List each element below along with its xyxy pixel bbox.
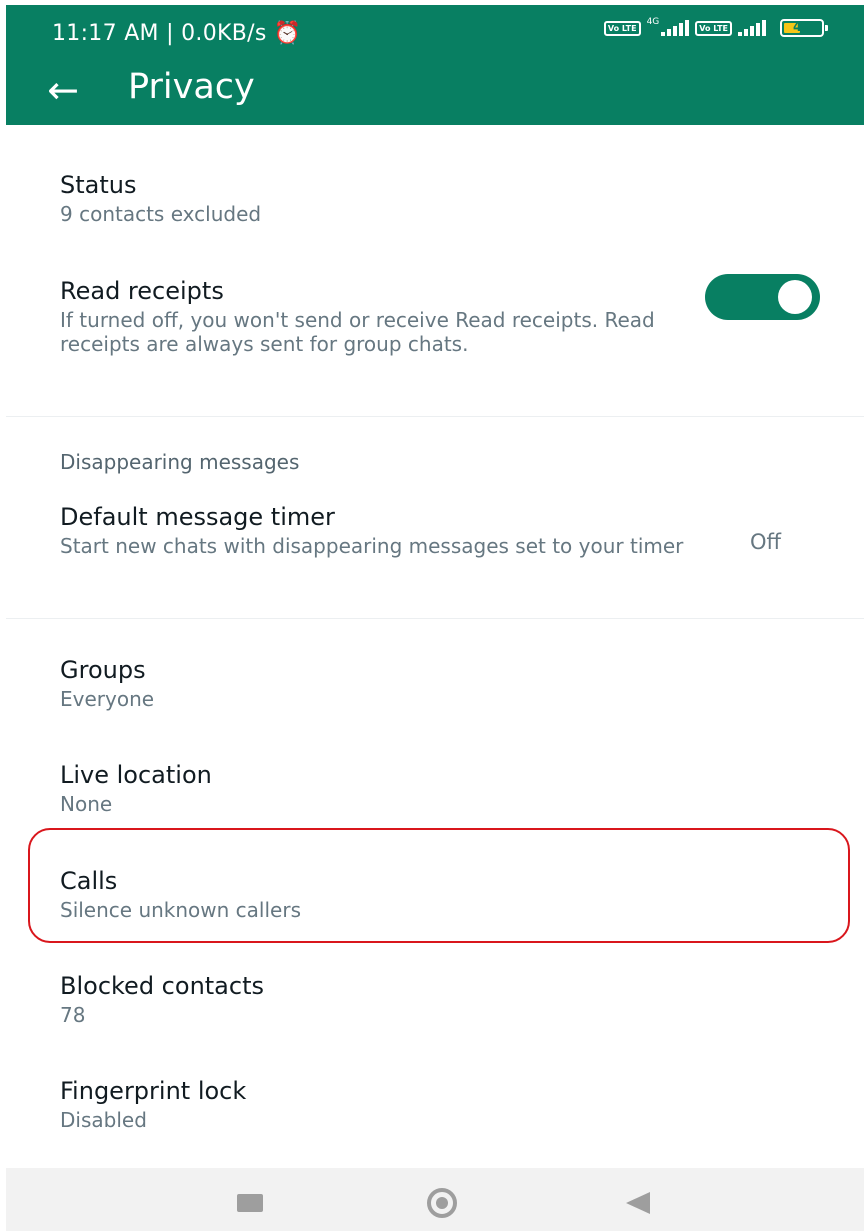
volte-icon-2: Vo LTE (695, 20, 732, 36)
setting-read-receipts-subtitle: If turned off, you won't send or receive… (60, 308, 655, 356)
setting-live-location-title: Live location (60, 761, 212, 789)
status-bar-icons: Vo LTE 4G Vo LTE 40 (603, 17, 828, 37)
setting-default-timer-subtitle: Start new chats with disappearing messag… (60, 534, 684, 558)
setting-calls-subtitle: Silence unknown callers (60, 898, 301, 922)
setting-default-timer-title: Default message timer (60, 503, 335, 531)
setting-groups-title: Groups (60, 656, 146, 684)
signal-icon (661, 20, 690, 36)
section-header-disappearing: Disappearing messages (60, 450, 300, 474)
default-timer-value: Off (750, 530, 781, 554)
circle-home-icon[interactable] (427, 1188, 457, 1218)
setting-groups-subtitle: Everyone (60, 687, 155, 711)
setting-read-receipts[interactable]: Read receipts If turned off, you won't s… (60, 276, 674, 356)
square-recents-icon[interactable] (237, 1194, 263, 1212)
page-title: Privacy (128, 67, 255, 107)
setting-blocked-contacts[interactable]: Blocked contacts 78 (60, 971, 824, 1027)
setting-blocked-contacts-title: Blocked contacts (60, 972, 264, 1000)
read-receipts-toggle[interactable] (705, 274, 820, 320)
divider (6, 618, 864, 619)
back-arrow-icon[interactable]: ← (38, 65, 88, 115)
toggle-knob (778, 280, 812, 314)
divider (6, 416, 864, 417)
battery-icon: 40 (780, 19, 828, 37)
signal-icon-2 (738, 20, 766, 36)
setting-read-receipts-title: Read receipts (60, 277, 224, 305)
setting-calls[interactable]: Calls Silence unknown callers (60, 866, 824, 922)
network-type-label: 4G (646, 17, 660, 27)
setting-default-timer[interactable]: Default message timer Start new chats wi… (60, 502, 694, 558)
setting-fingerprint-lock-title: Fingerprint lock (60, 1077, 247, 1105)
battery-level: 40 (792, 20, 812, 35)
setting-live-location[interactable]: Live location None (60, 760, 824, 816)
setting-status-subtitle: 9 contacts excluded (60, 202, 262, 226)
setting-groups[interactable]: Groups Everyone (60, 655, 824, 711)
app-bar: 11:17 AM | 0.0KB/s ⏰ Vo LTE 4G Vo LTE 40… (6, 5, 864, 125)
setting-calls-title: Calls (60, 867, 118, 895)
setting-fingerprint-lock[interactable]: Fingerprint lock Disabled (60, 1076, 824, 1132)
setting-fingerprint-lock-subtitle: Disabled (60, 1108, 147, 1132)
setting-status[interactable]: Status 9 contacts excluded (60, 170, 824, 226)
setting-live-location-subtitle: None (60, 792, 113, 816)
status-bar-time: 11:17 AM | 0.0KB/s ⏰ (52, 21, 302, 46)
setting-blocked-contacts-subtitle: 78 (60, 1003, 86, 1027)
triangle-back-icon[interactable] (626, 1192, 650, 1214)
setting-status-title: Status (60, 171, 137, 199)
volte-icon: Vo LTE (603, 20, 641, 36)
system-nav-bar (6, 1168, 864, 1231)
